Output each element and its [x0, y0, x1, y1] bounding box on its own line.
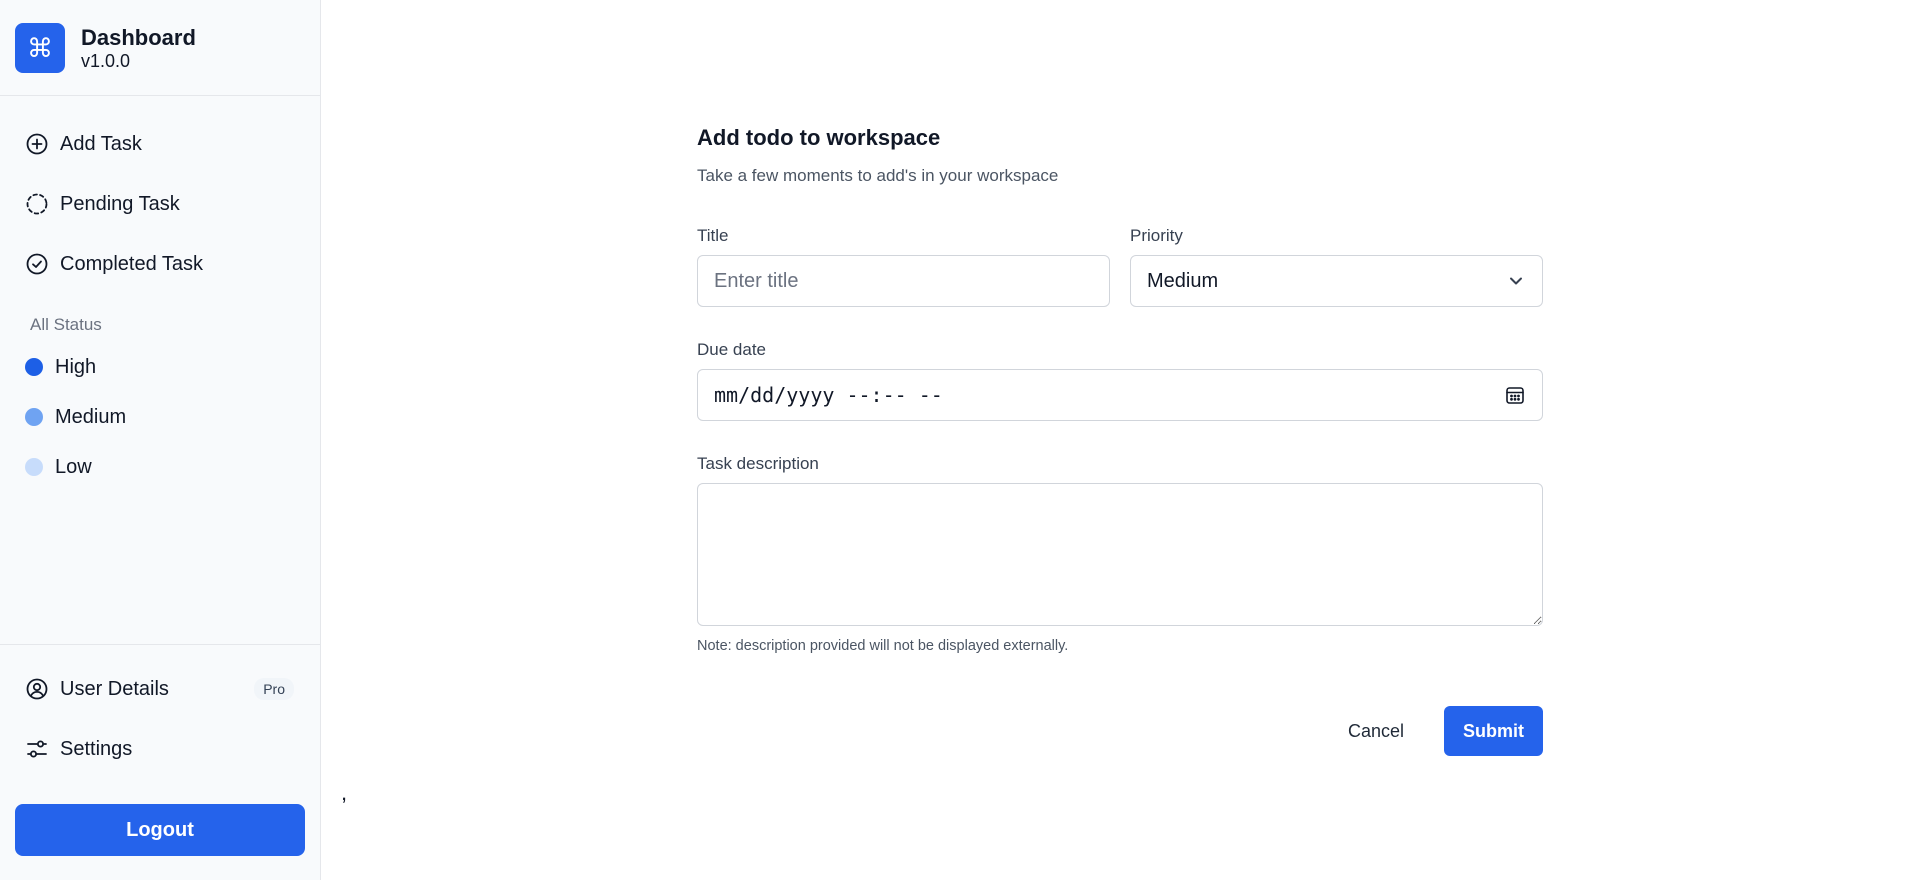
check-circle-icon: [26, 253, 48, 275]
sidebar-nav: Add Task Pending Task Completed Task: [0, 96, 320, 294]
due-date-field-group: Due date mm/dd/yyyy --:-- --: [697, 339, 1543, 421]
sidebar-item-add-task[interactable]: Add Task: [0, 114, 320, 174]
sidebar-item-settings[interactable]: Settings: [0, 719, 320, 779]
sidebar: ⌘ Dashboard v1.0.0 Add Task Pending Task: [0, 0, 321, 880]
priority-label: Priority: [1130, 226, 1183, 245]
title-priority-row: Title Priority Medium: [697, 225, 1543, 307]
sidebar-item-label: User Details: [60, 677, 169, 700]
status-list: High Medium Low: [0, 342, 320, 492]
due-date-value: mm/dd/yyyy --:-- --: [714, 383, 943, 407]
cancel-button[interactable]: Cancel: [1332, 706, 1420, 756]
main-content: , Add todo to workspace Take a few momen…: [321, 0, 1910, 880]
status-heading: All Status: [30, 315, 102, 334]
calendar-icon[interactable]: [1504, 384, 1526, 406]
form-title: Add todo to workspace: [697, 125, 941, 150]
sidebar-bottom: User Details Pro Settings Logout: [0, 644, 320, 880]
title-label: Title: [697, 226, 729, 245]
app-version: v1.0.0: [81, 50, 131, 71]
dashed-circle-icon: [26, 193, 48, 215]
brand-text: Dashboard v1.0.0: [81, 25, 196, 71]
form-subtitle: Take a few moments to add's in your work…: [697, 166, 1059, 185]
brand-header: ⌘ Dashboard v1.0.0: [0, 0, 320, 96]
stray-text: ,: [341, 780, 348, 805]
status-label: High: [55, 355, 97, 378]
logout-button[interactable]: Logout: [15, 804, 305, 856]
sidebar-item-completed-task[interactable]: Completed Task: [0, 234, 320, 294]
title-input[interactable]: [697, 255, 1110, 307]
due-date-label: Due date: [697, 340, 766, 359]
priority-select[interactable]: Medium: [1130, 255, 1543, 307]
sliders-icon: [27, 740, 47, 758]
sidebar-item-label: Completed Task: [60, 252, 204, 275]
status-item-low[interactable]: Low: [0, 442, 320, 492]
command-icon: ⌘: [15, 22, 65, 73]
plus-circle-icon: [26, 133, 48, 155]
status-label: Low: [55, 455, 92, 478]
status-dot-high: [25, 358, 43, 376]
add-todo-form: Add todo to workspace Take a few moments…: [697, 124, 1543, 756]
user-circle-icon: [26, 678, 48, 700]
title-field-group: Title: [697, 225, 1110, 307]
app-root: ⌘ Dashboard v1.0.0 Add Task Pending Task: [0, 0, 1910, 880]
submit-button[interactable]: Submit: [1444, 706, 1543, 756]
description-note: Note: description provided will not be d…: [697, 638, 1069, 654]
due-date-input[interactable]: mm/dd/yyyy --:-- --: [697, 369, 1543, 421]
form-actions: Cancel Submit: [697, 706, 1543, 756]
chevron-down-icon: [1510, 277, 1522, 285]
status-dot-medium: [25, 408, 43, 426]
status-dot-low: [25, 458, 43, 476]
status-item-high[interactable]: High: [0, 342, 320, 392]
sidebar-item-label: Pending Task: [60, 192, 180, 215]
sidebar-item-label: Add Task: [60, 132, 142, 155]
description-field-group: Task description Note: description provi…: [697, 453, 1543, 654]
sidebar-item-label: Settings: [60, 737, 133, 760]
pro-badge: Pro: [254, 678, 294, 700]
priority-value: Medium: [1147, 269, 1219, 292]
sidebar-item-pending-task[interactable]: Pending Task: [0, 174, 320, 234]
status-item-medium[interactable]: Medium: [0, 392, 320, 442]
app-title: Dashboard: [81, 24, 196, 50]
description-textarea[interactable]: [697, 483, 1543, 626]
status-label: Medium: [55, 405, 127, 428]
priority-field-group: Priority Medium: [1130, 225, 1543, 307]
sidebar-item-user-details[interactable]: User Details Pro: [0, 659, 320, 719]
description-label: Task description: [697, 454, 819, 473]
